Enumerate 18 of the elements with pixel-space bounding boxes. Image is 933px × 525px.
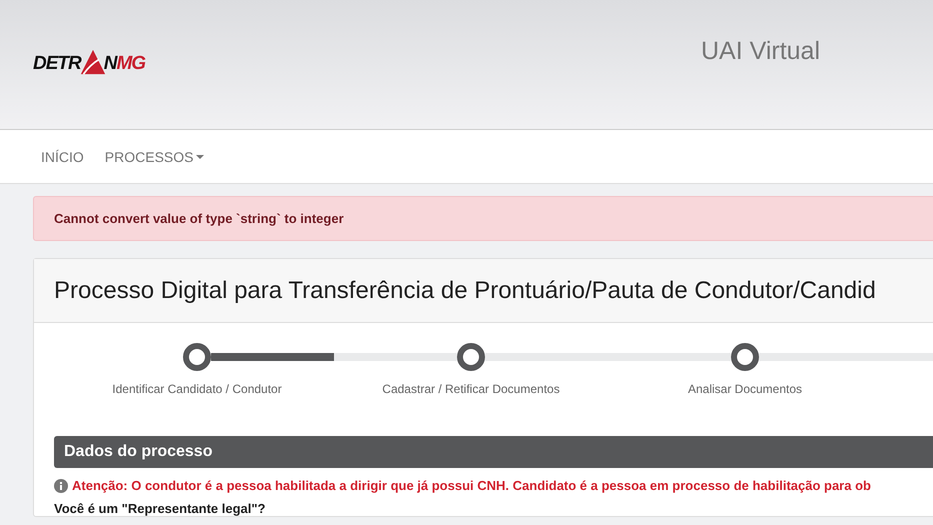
detran-logo[interactable]: DETR NMG bbox=[33, 48, 146, 74]
warning-text: Atenção: O condutor é a pessoa habilitada a dirigir que já possui CNH. Candidato é a pessoa em processo de habilitação para ob bbox=[72, 478, 871, 493]
triangle-icon bbox=[80, 48, 106, 74]
step-label: Cadastrar / Retificar Documentos bbox=[381, 382, 561, 396]
step-marker bbox=[731, 343, 759, 371]
step-label: Identificar Candidato / Condutor bbox=[111, 382, 283, 396]
nav-link[interactable]: PROCESSOS bbox=[104, 148, 204, 164]
step-label: Analisar Documentos bbox=[686, 382, 804, 396]
panel-title: Processo Digital para Transferência de Prontuário/Pauta de Condutor/Candid bbox=[54, 276, 876, 304]
info-icon bbox=[54, 478, 68, 492]
step-marker bbox=[457, 343, 485, 371]
site-title: UAI Virtual bbox=[700, 37, 820, 66]
section-title: Dados do processo bbox=[64, 443, 212, 461]
error-message: Cannot convert value of type `string` to integer bbox=[54, 211, 344, 226]
question-label: Você é um "Representante legal"? bbox=[54, 501, 266, 516]
caret-icon bbox=[196, 154, 204, 158]
nav-link[interactable]: INÍCIO bbox=[41, 148, 84, 164]
step-marker bbox=[183, 343, 211, 371]
